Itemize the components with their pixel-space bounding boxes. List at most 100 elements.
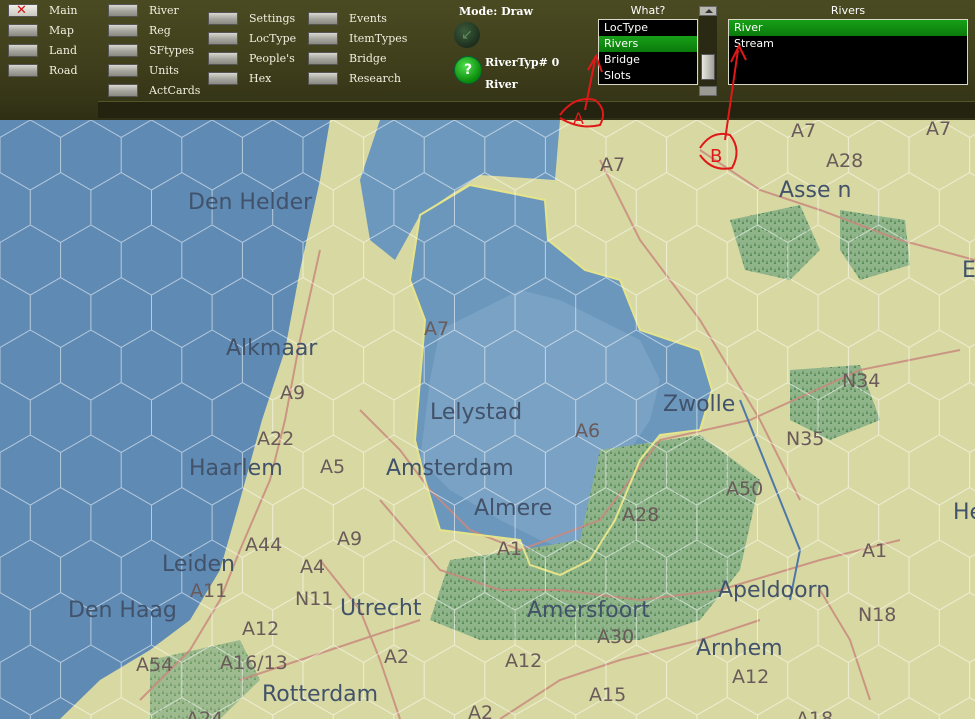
tb-settings-label: Settings bbox=[249, 12, 296, 25]
what-list-scrollbar[interactable] bbox=[699, 6, 717, 96]
rivers-list-item[interactable]: Stream bbox=[729, 36, 967, 52]
place-label: Den Helder bbox=[188, 190, 313, 215]
scroll-down-button[interactable] bbox=[699, 86, 717, 96]
editor-toolbar: ✕ Main Map Land Road River Reg SFtypes Units Act… bbox=[0, 0, 975, 120]
road-label: A7 bbox=[791, 120, 817, 142]
road-label: A1 bbox=[862, 540, 888, 562]
tb-reg-label: Reg bbox=[149, 24, 171, 37]
tb-events-label: Events bbox=[349, 12, 387, 25]
tb-river-label: River bbox=[149, 4, 179, 17]
tb-sftypes-label: SFtypes bbox=[149, 44, 194, 57]
tb-itemtypes-button[interactable] bbox=[308, 32, 338, 45]
place-label: Zwolle bbox=[663, 392, 736, 417]
close-icon: ✕ bbox=[16, 3, 27, 18]
tb-road-button[interactable] bbox=[8, 64, 38, 77]
tb-units-label: Units bbox=[149, 64, 179, 77]
arrow-icon: ↙ bbox=[461, 27, 473, 43]
road-label: A4 bbox=[300, 556, 326, 578]
place-label: Alkmaar bbox=[226, 336, 318, 361]
road-label: A7 bbox=[926, 120, 952, 140]
place-label: Asse n bbox=[779, 178, 852, 203]
rivers-listbox[interactable]: River Stream bbox=[728, 19, 968, 85]
tb-map-label: Map bbox=[49, 24, 74, 37]
road-label: A22 bbox=[257, 428, 295, 450]
tb-events-button[interactable] bbox=[308, 12, 338, 25]
road-label: A28 bbox=[826, 150, 864, 172]
river-type-number: RiverTyp# 0 bbox=[485, 56, 560, 69]
road-label: N11 bbox=[295, 588, 334, 610]
place-label: Amersfoort bbox=[527, 598, 650, 623]
road-label: N18 bbox=[858, 604, 897, 626]
tb-map-button[interactable] bbox=[8, 24, 38, 37]
place-label: Apeldoorn bbox=[718, 578, 831, 603]
road-label: A28 bbox=[622, 504, 660, 526]
place-label: Rotterdam bbox=[262, 682, 379, 707]
tb-bridge-label: Bridge bbox=[349, 52, 387, 65]
tb-research-button[interactable] bbox=[308, 72, 338, 85]
road-label: A9 bbox=[337, 528, 363, 550]
place-label: Amsterdam bbox=[386, 456, 514, 481]
road-label: A11 bbox=[190, 580, 228, 602]
road-label: A2 bbox=[384, 646, 410, 668]
help-button[interactable]: ? bbox=[454, 56, 482, 84]
toolbar-status-strip bbox=[98, 101, 975, 118]
tb-river-button[interactable] bbox=[108, 4, 138, 17]
road-label: A7 bbox=[424, 318, 450, 340]
road-label: N35 bbox=[786, 428, 825, 450]
tb-peoples-label: People's bbox=[249, 52, 295, 65]
what-list-item[interactable]: Rivers bbox=[599, 36, 697, 52]
what-listbox[interactable]: LocType Rivers Bridge Slots bbox=[598, 19, 698, 85]
tb-actcards-label: ActCards bbox=[149, 84, 201, 97]
tb-main-label: Main bbox=[49, 4, 78, 17]
tb-hex-button[interactable] bbox=[208, 72, 238, 85]
tb-settings-button[interactable] bbox=[208, 12, 238, 25]
what-list-item[interactable]: LocType bbox=[599, 20, 697, 36]
road-label: A54 bbox=[136, 654, 174, 676]
tb-hex-label: Hex bbox=[249, 72, 272, 85]
road-label: A9 bbox=[280, 382, 306, 404]
river-type-name: River bbox=[485, 78, 518, 91]
scroll-thumb[interactable] bbox=[701, 54, 715, 80]
tb-land-button[interactable] bbox=[8, 44, 38, 57]
road-label: A16/13 bbox=[220, 652, 288, 674]
rivers-list-item[interactable]: River bbox=[729, 20, 967, 36]
road-label: A18 bbox=[796, 708, 834, 719]
road-label: A30 bbox=[597, 626, 635, 648]
road-label: A12 bbox=[732, 666, 770, 688]
place-label: Almere bbox=[474, 496, 553, 521]
tb-peoples-button[interactable] bbox=[208, 52, 238, 65]
place-label: Arnhem bbox=[696, 636, 783, 661]
place-label: Haarlem bbox=[189, 456, 283, 481]
what-list-item[interactable]: Bridge bbox=[599, 52, 697, 68]
road-label: A15 bbox=[589, 684, 627, 706]
tb-main-button[interactable]: ✕ bbox=[8, 3, 38, 18]
what-list-item[interactable]: Slots bbox=[599, 68, 697, 84]
tb-loctype-button[interactable] bbox=[208, 32, 238, 45]
tb-loctype-label: LocType bbox=[249, 32, 297, 45]
scroll-up-button[interactable] bbox=[699, 6, 717, 16]
draw-arrow-button[interactable]: ↙ bbox=[454, 22, 480, 48]
road-label: A2 bbox=[468, 702, 494, 719]
tb-reg-button[interactable] bbox=[108, 24, 138, 37]
tb-actcards-button[interactable] bbox=[108, 84, 138, 97]
rivers-list-header: Rivers bbox=[830, 4, 866, 17]
road-label: A50 bbox=[726, 478, 764, 500]
tb-units-button[interactable] bbox=[108, 64, 138, 77]
road-label: A24 bbox=[186, 708, 224, 719]
place-label: Utrecht bbox=[340, 596, 422, 621]
place-label: E bbox=[962, 258, 975, 283]
mode-label: Mode: Draw bbox=[459, 5, 534, 18]
road-label: A12 bbox=[242, 618, 280, 640]
road-label: A7 bbox=[600, 154, 626, 176]
what-list-header: What? bbox=[630, 4, 666, 17]
place-label: Lelystad bbox=[430, 400, 523, 425]
road-label: A44 bbox=[245, 534, 283, 556]
road-label: A5 bbox=[320, 456, 346, 478]
tb-sftypes-button[interactable] bbox=[108, 44, 138, 57]
tb-itemtypes-label: ItemTypes bbox=[349, 32, 408, 45]
tb-land-label: Land bbox=[49, 44, 77, 57]
hex-map[interactable]: Den Helder Alkmaar Lelystad Zwolle Haarlem Am… bbox=[0, 120, 975, 719]
place-label: Den Haag bbox=[68, 598, 177, 623]
tb-research-label: Research bbox=[349, 72, 402, 85]
tb-bridge-button[interactable] bbox=[308, 52, 338, 65]
